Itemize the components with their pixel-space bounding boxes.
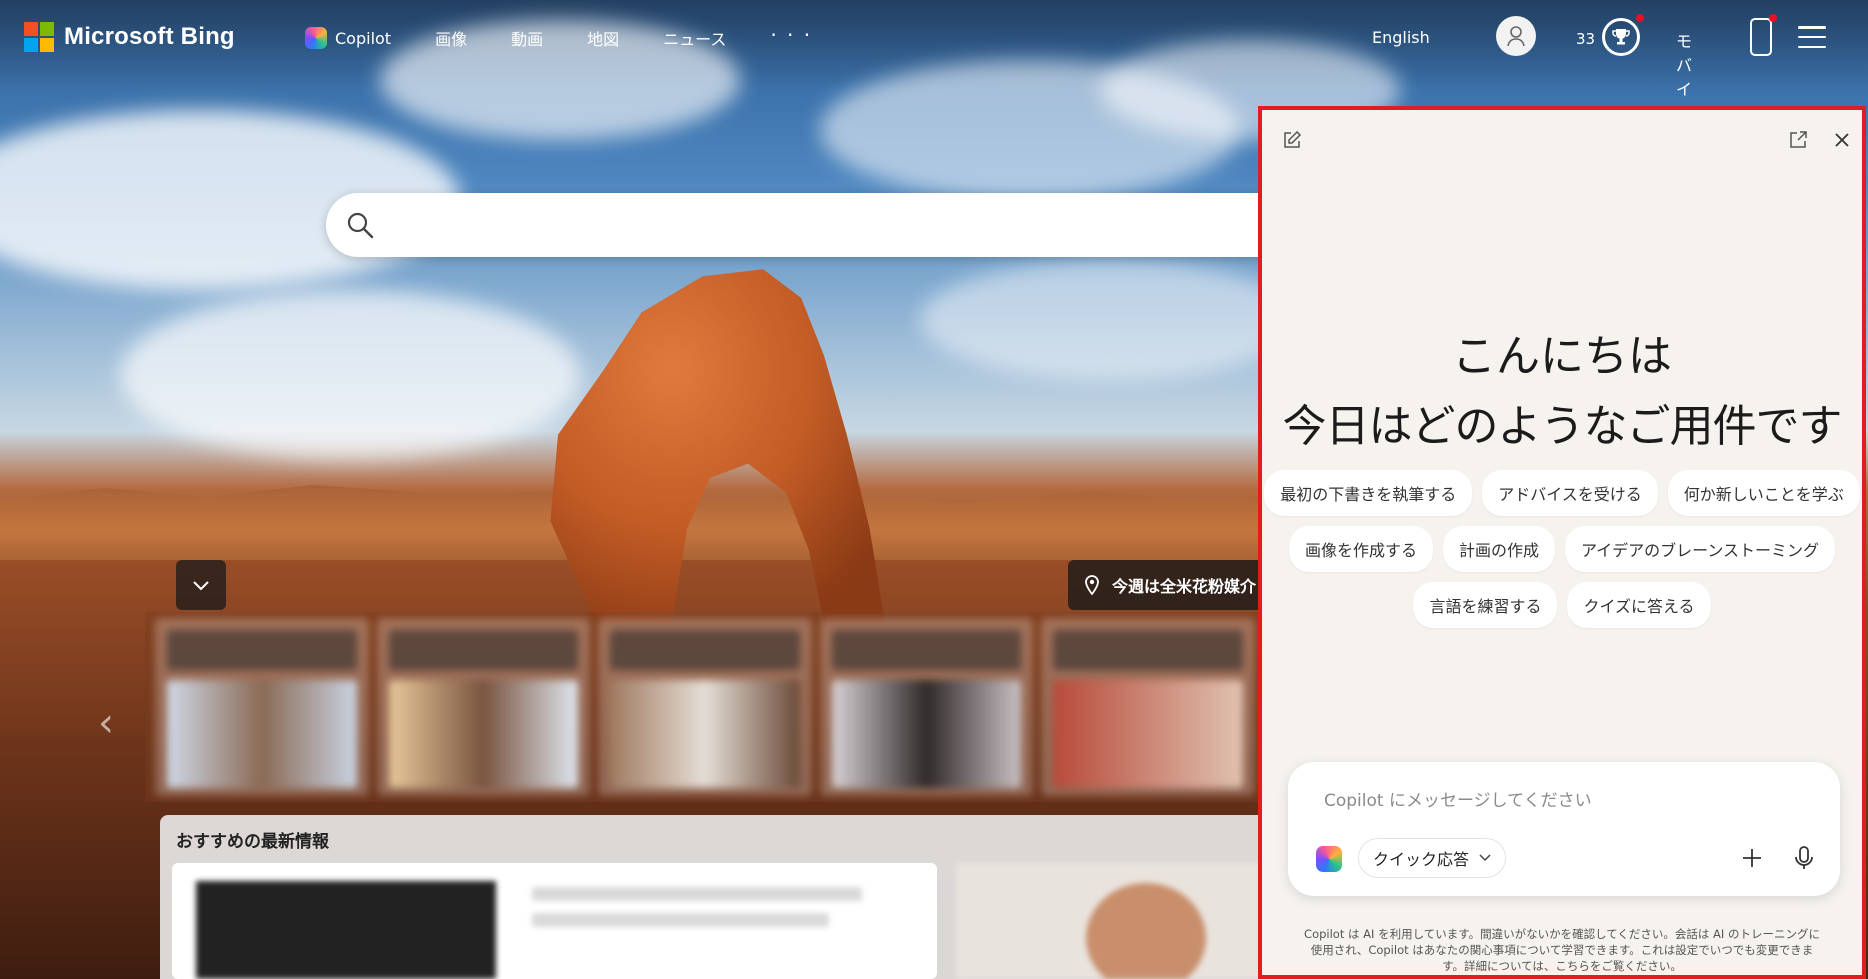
rewards-points[interactable]: 33 — [1576, 30, 1595, 48]
close-panel-button[interactable] — [1830, 128, 1854, 152]
feed-card-right[interactable] — [956, 863, 1280, 979]
response-mode-label: クイック応答 — [1373, 850, 1470, 869]
compose-icon — [1284, 130, 1302, 148]
bing-logo[interactable]: Microsoft Bing — [24, 22, 235, 52]
nav-images-label: 画像 — [435, 30, 468, 49]
nav-copilot-label: Copilot — [335, 28, 392, 48]
nav-videos-label: 動画 — [511, 30, 544, 49]
profile-avatar[interactable] — [1496, 16, 1536, 56]
nav-news-label: ニュース — [663, 30, 727, 49]
copilot-icon — [305, 27, 327, 49]
suggestion-chip[interactable]: アドバイスを受ける — [1482, 470, 1658, 516]
phone-icon[interactable] — [1750, 18, 1772, 56]
external-link-icon — [1790, 131, 1807, 148]
microsoft-logo-icon — [24, 22, 54, 52]
plus-icon — [1743, 849, 1761, 867]
copilot-icon — [1316, 846, 1342, 872]
more-dots-icon: · · · — [770, 23, 813, 47]
message-composer: クイック応答 — [1288, 762, 1840, 896]
news-card[interactable] — [1041, 618, 1255, 796]
person-icon — [1507, 26, 1525, 47]
main-nav: Copilot 画像 動画 地図 ニュース · · · — [305, 23, 856, 50]
suggestion-chips: 最初の下書きを執筆する アドバイスを受ける 何か新しいことを学ぶ 画像を作成する… — [1264, 470, 1860, 628]
news-card[interactable] — [376, 618, 591, 796]
rewards-trophy-icon[interactable] — [1602, 18, 1640, 56]
search-box[interactable] — [326, 193, 1326, 257]
chevron-down-icon — [1479, 854, 1491, 862]
news-card[interactable] — [155, 618, 369, 796]
suggestion-chip[interactable]: 計画の作成 — [1442, 526, 1555, 572]
feed-title: おすすめの最新情報 — [176, 832, 329, 852]
suggestion-chip[interactable]: 画像を作成する — [1288, 526, 1433, 572]
add-attachment-button[interactable] — [1736, 842, 1768, 874]
suggestion-chip[interactable]: 最初の下書きを執筆する — [1264, 470, 1473, 516]
image-info-text: 今週は全米花粉媒介 — [1112, 577, 1257, 596]
search-icon[interactable] — [346, 211, 374, 239]
nav-more-button[interactable]: · · · — [770, 23, 812, 47]
suggestion-chip[interactable]: 何か新しいことを学ぶ — [1667, 470, 1860, 516]
suggestion-chip[interactable]: クイズに答える — [1567, 582, 1711, 628]
language-link[interactable]: English — [1372, 28, 1430, 47]
copilot-panel: こんにちは 今日はどのようなご用件ですか? 最初の下書きを執筆する アドバイスを… — [1258, 106, 1866, 979]
microphone-icon — [1795, 846, 1813, 869]
location-pin-icon — [1085, 575, 1099, 595]
nav-videos[interactable]: 動画 — [511, 26, 543, 50]
nav-maps[interactable]: 地図 — [587, 26, 619, 50]
news-card[interactable] — [598, 618, 812, 796]
open-new-window-button[interactable] — [1786, 128, 1810, 152]
logo-text: Microsoft Bing — [64, 23, 235, 50]
close-icon — [1835, 133, 1849, 147]
mobile-notification-dot — [1769, 14, 1777, 22]
news-carousel — [145, 612, 1265, 802]
nav-images[interactable]: 画像 — [435, 26, 467, 50]
recommended-feed: おすすめの最新情報 — [160, 815, 1280, 979]
voice-input-button[interactable] — [1788, 842, 1820, 874]
menu-hamburger-icon[interactable] — [1798, 26, 1826, 48]
news-card[interactable] — [819, 618, 1034, 796]
carousel-prev-icon[interactable]: ‹ — [98, 700, 114, 746]
suggestion-chip[interactable]: アイデアのブレーンストーミング — [1564, 526, 1836, 572]
nav-maps-label: 地図 — [587, 30, 620, 49]
rewards-notification-dot — [1636, 14, 1644, 22]
nav-copilot[interactable]: Copilot — [305, 27, 391, 49]
new-chat-button[interactable] — [1280, 128, 1304, 152]
response-mode-dropdown[interactable]: クイック応答 — [1358, 838, 1507, 878]
feed-card[interactable] — [172, 863, 937, 979]
expand-feed-button[interactable] — [176, 560, 226, 610]
suggestion-chip[interactable]: 言語を練習する — [1413, 582, 1558, 628]
chevron-down-icon — [193, 581, 209, 591]
message-input[interactable] — [1324, 784, 1794, 818]
greeting-line-1: こんにちは — [1452, 331, 1672, 382]
search-input[interactable] — [396, 205, 1296, 245]
top-header: Microsoft Bing Copilot 画像 動画 地図 ニュース · ·… — [0, 0, 1868, 123]
nav-news[interactable]: ニュース — [663, 26, 726, 50]
ai-disclaimer: Copilot は AI を利用しています。間違いがないかを確認してください。会… — [1304, 927, 1820, 973]
